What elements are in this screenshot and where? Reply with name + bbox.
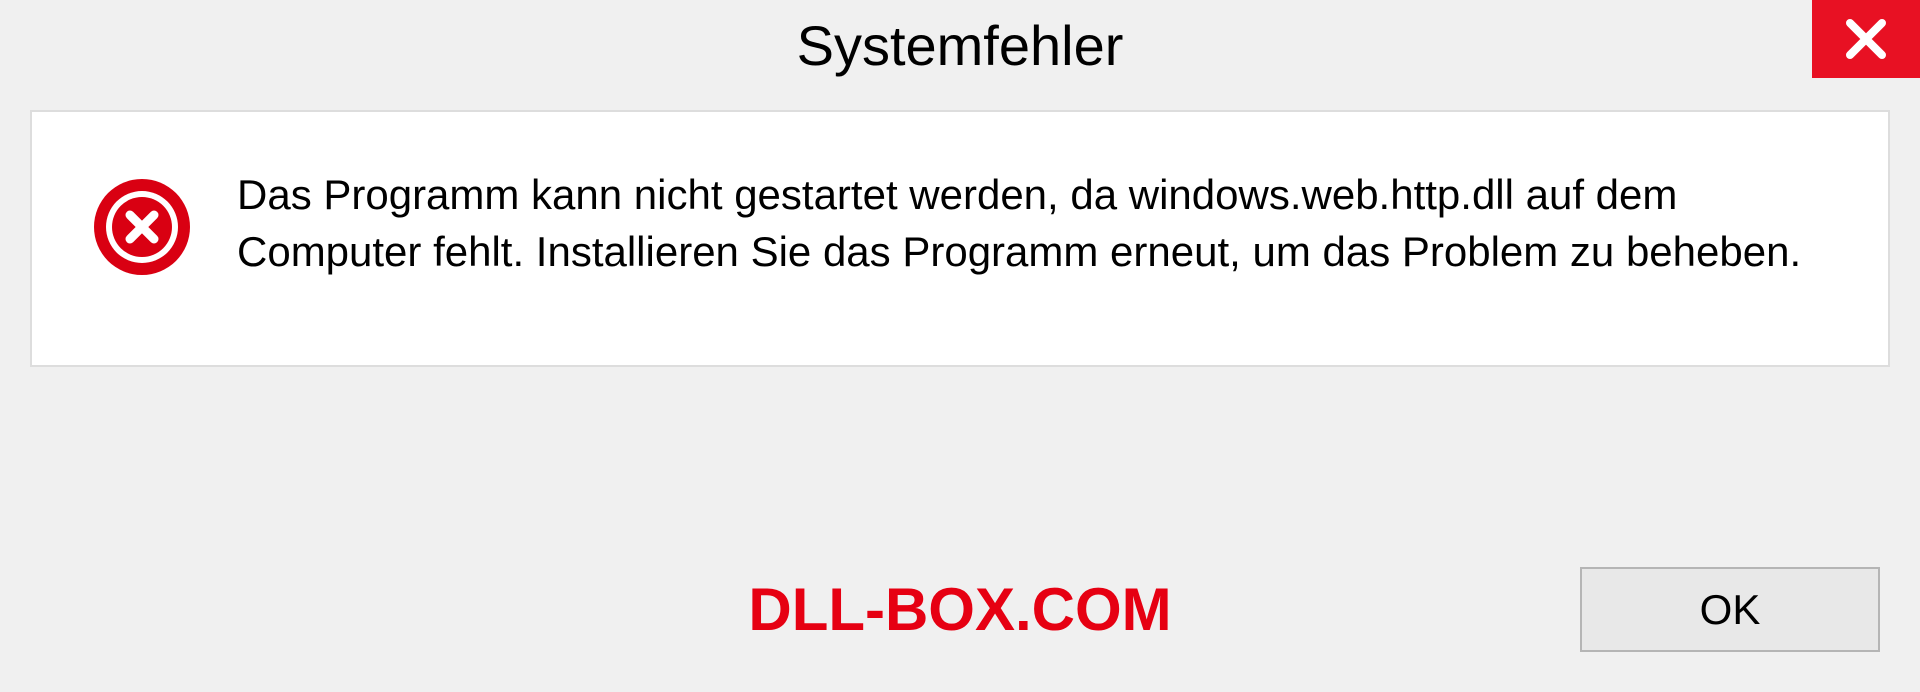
content-panel: Das Programm kann nicht gestartet werden…	[30, 110, 1890, 367]
watermark-text: DLL-BOX.COM	[748, 575, 1171, 644]
dialog-title: Systemfehler	[797, 13, 1124, 78]
ok-button[interactable]: OK	[1580, 567, 1880, 652]
error-icon	[92, 177, 192, 277]
close-icon	[1842, 15, 1890, 63]
error-dialog: Systemfehler Das Programm kann nicht ges…	[0, 0, 1920, 692]
close-button[interactable]	[1812, 0, 1920, 78]
titlebar: Systemfehler	[0, 0, 1920, 90]
error-message: Das Programm kann nicht gestartet werden…	[237, 167, 1828, 280]
footer: DLL-BOX.COM OK	[0, 567, 1920, 652]
